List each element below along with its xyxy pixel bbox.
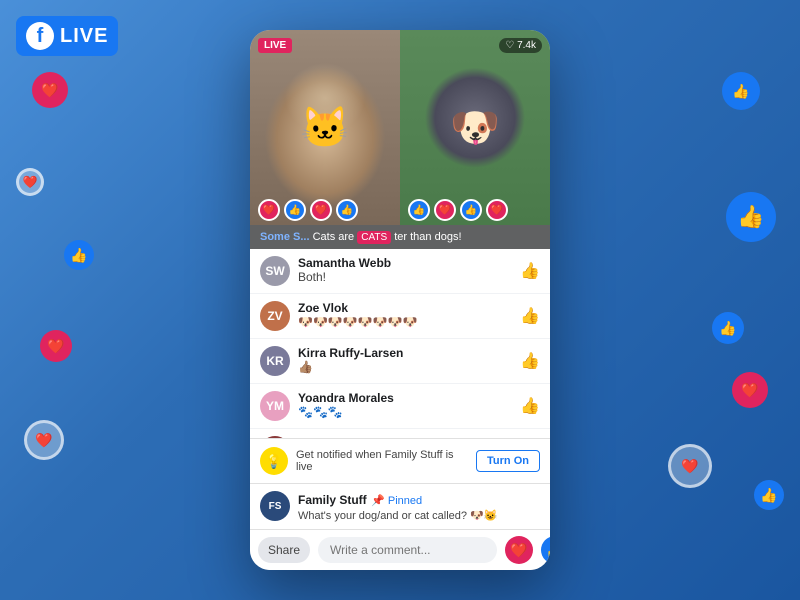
- question-text: Cats are: [313, 231, 358, 243]
- live-indicator: LIVE: [258, 38, 292, 53]
- reaction-heart-4: ❤️: [486, 199, 508, 221]
- comment-like-4[interactable]: 👍: [520, 396, 540, 416]
- pinned-badge: 📌 Pinned: [371, 495, 422, 507]
- live-label: LIVE: [60, 25, 108, 48]
- reaction-heart-2: ❤️: [310, 199, 332, 221]
- comment-name-4: Yoandra Morales: [298, 391, 512, 405]
- comment-body-4: Yoandra Morales 🐾🐾🐾: [298, 391, 512, 419]
- comment-item-5: SC Sarah Xanne Caines CATS 👍: [250, 429, 550, 438]
- reaction-heart-1: ❤️: [258, 199, 280, 221]
- float-heart-2: ❤️: [16, 168, 44, 196]
- avatar-yoandra: YM: [260, 391, 290, 421]
- reaction-heart-3: ❤️: [434, 199, 456, 221]
- comment-body-3: Kirra Ruffy-Larsen 👍🏽: [298, 346, 512, 374]
- video-right-dog: 🐶 ♡ 7.4k 👍 ❤️ 👍 ❤️: [400, 30, 550, 225]
- avatar-samantha: SW: [260, 256, 290, 286]
- comment-text-2: 🐶🐶🐶🐶🐶🐶🐶🐶: [298, 315, 512, 329]
- video-left-cat: 🐱 LIVE ❤️ 👍 ❤️ 👍: [250, 30, 400, 225]
- video-section: 🐱 LIVE ❤️ 👍 ❤️ 👍 🐶 ♡ 7.4k 👍 ❤️ 👍 ❤️: [250, 30, 550, 225]
- comments-section: SW Samantha Webb Both! 👍 ZV Zoe Vlok 🐶🐶🐶…: [250, 249, 550, 438]
- heart-button-bottom[interactable]: ❤️: [505, 536, 533, 564]
- comment-item-4: YM Yoandra Morales 🐾🐾🐾 👍: [250, 384, 550, 429]
- turn-on-button[interactable]: Turn On: [476, 450, 540, 472]
- comment-like-1[interactable]: 👍: [520, 261, 540, 281]
- fb-logo-icon: f: [26, 22, 54, 50]
- reaction-like-1: 👍: [284, 199, 306, 221]
- comment-like-3[interactable]: 👍: [520, 351, 540, 371]
- comment-name-2: Zoe Vlok: [298, 301, 512, 315]
- like-button-bottom[interactable]: 👍: [541, 536, 550, 564]
- reaction-like-2: 👍: [336, 199, 358, 221]
- float-like-2: 👍: [722, 72, 760, 110]
- left-video-reactions: ❤️ 👍 ❤️ 👍: [250, 185, 400, 225]
- comment-name-3: Kirra Ruffy-Larsen: [298, 346, 512, 360]
- reaction-like-3: 👍: [408, 199, 430, 221]
- float-heart-6: ❤️: [668, 444, 712, 488]
- right-video-reactions: 👍 ❤️ 👍 ❤️: [400, 185, 550, 225]
- question-asker: Some S...: [260, 231, 310, 243]
- avatar-kirra: KR: [260, 346, 290, 376]
- comment-item-2: ZV Zoe Vlok 🐶🐶🐶🐶🐶🐶🐶🐶 👍: [250, 294, 550, 339]
- question-rest: ter than dogs!: [394, 231, 461, 243]
- float-like-5: 👍: [754, 480, 784, 510]
- fb-live-badge: f LIVE: [16, 16, 118, 56]
- comment-input-bar: Share ❤️ 👍: [250, 529, 550, 570]
- question-bar: Some S... Cats are CATS ter than dogs!: [250, 225, 550, 249]
- comment-body-1: Samantha Webb Both!: [298, 256, 512, 284]
- float-like-4: 👍: [712, 312, 744, 344]
- comment-input[interactable]: [318, 537, 497, 563]
- float-like-3: 👍: [726, 192, 776, 242]
- pinned-content: What's your dog/and or cat called? 🐶😺: [298, 509, 497, 522]
- float-heart-1: ❤️: [32, 72, 68, 108]
- notification-bar: 💡 Get notified when Family Stuff is live…: [250, 438, 550, 483]
- reaction-like-4: 👍: [460, 199, 482, 221]
- cats-label: CATS: [357, 231, 391, 244]
- viewer-count: ♡ 7.4k: [499, 38, 542, 53]
- pinned-text: Family Stuff 📌 Pinned What's your dog/an…: [298, 491, 497, 522]
- pinned-post: FS Family Stuff 📌 Pinned What's your dog…: [250, 483, 550, 529]
- float-like-1: 👍: [64, 240, 94, 270]
- comment-text-3: 👍🏽: [298, 360, 512, 374]
- comment-text-1: Both!: [298, 270, 512, 284]
- comment-name-1: Samantha Webb: [298, 256, 512, 270]
- pinned-page-name: Family Stuff: [298, 493, 367, 507]
- float-heart-3: ❤️: [40, 330, 72, 362]
- notification-text: Get notified when Family Stuff is live: [296, 449, 468, 473]
- comment-body-2: Zoe Vlok 🐶🐶🐶🐶🐶🐶🐶🐶: [298, 301, 512, 329]
- avatar-zoe: ZV: [260, 301, 290, 331]
- comment-item-3: KR Kirra Ruffy-Larsen 👍🏽 👍: [250, 339, 550, 384]
- avatar-family-stuff: FS: [260, 491, 290, 521]
- share-button[interactable]: Share: [258, 537, 310, 563]
- pinned-header: Family Stuff 📌 Pinned: [298, 491, 497, 509]
- float-heart-4: ❤️: [24, 420, 64, 460]
- comment-like-2[interactable]: 👍: [520, 306, 540, 326]
- comment-item-1: SW Samantha Webb Both! 👍: [250, 249, 550, 294]
- comment-text-4: 🐾🐾🐾: [298, 405, 512, 419]
- notification-icon: 💡: [260, 447, 288, 475]
- phone-frame: 🐱 LIVE ❤️ 👍 ❤️ 👍 🐶 ♡ 7.4k 👍 ❤️ 👍 ❤️ Some: [250, 30, 550, 570]
- float-heart-5: ❤️: [732, 372, 768, 408]
